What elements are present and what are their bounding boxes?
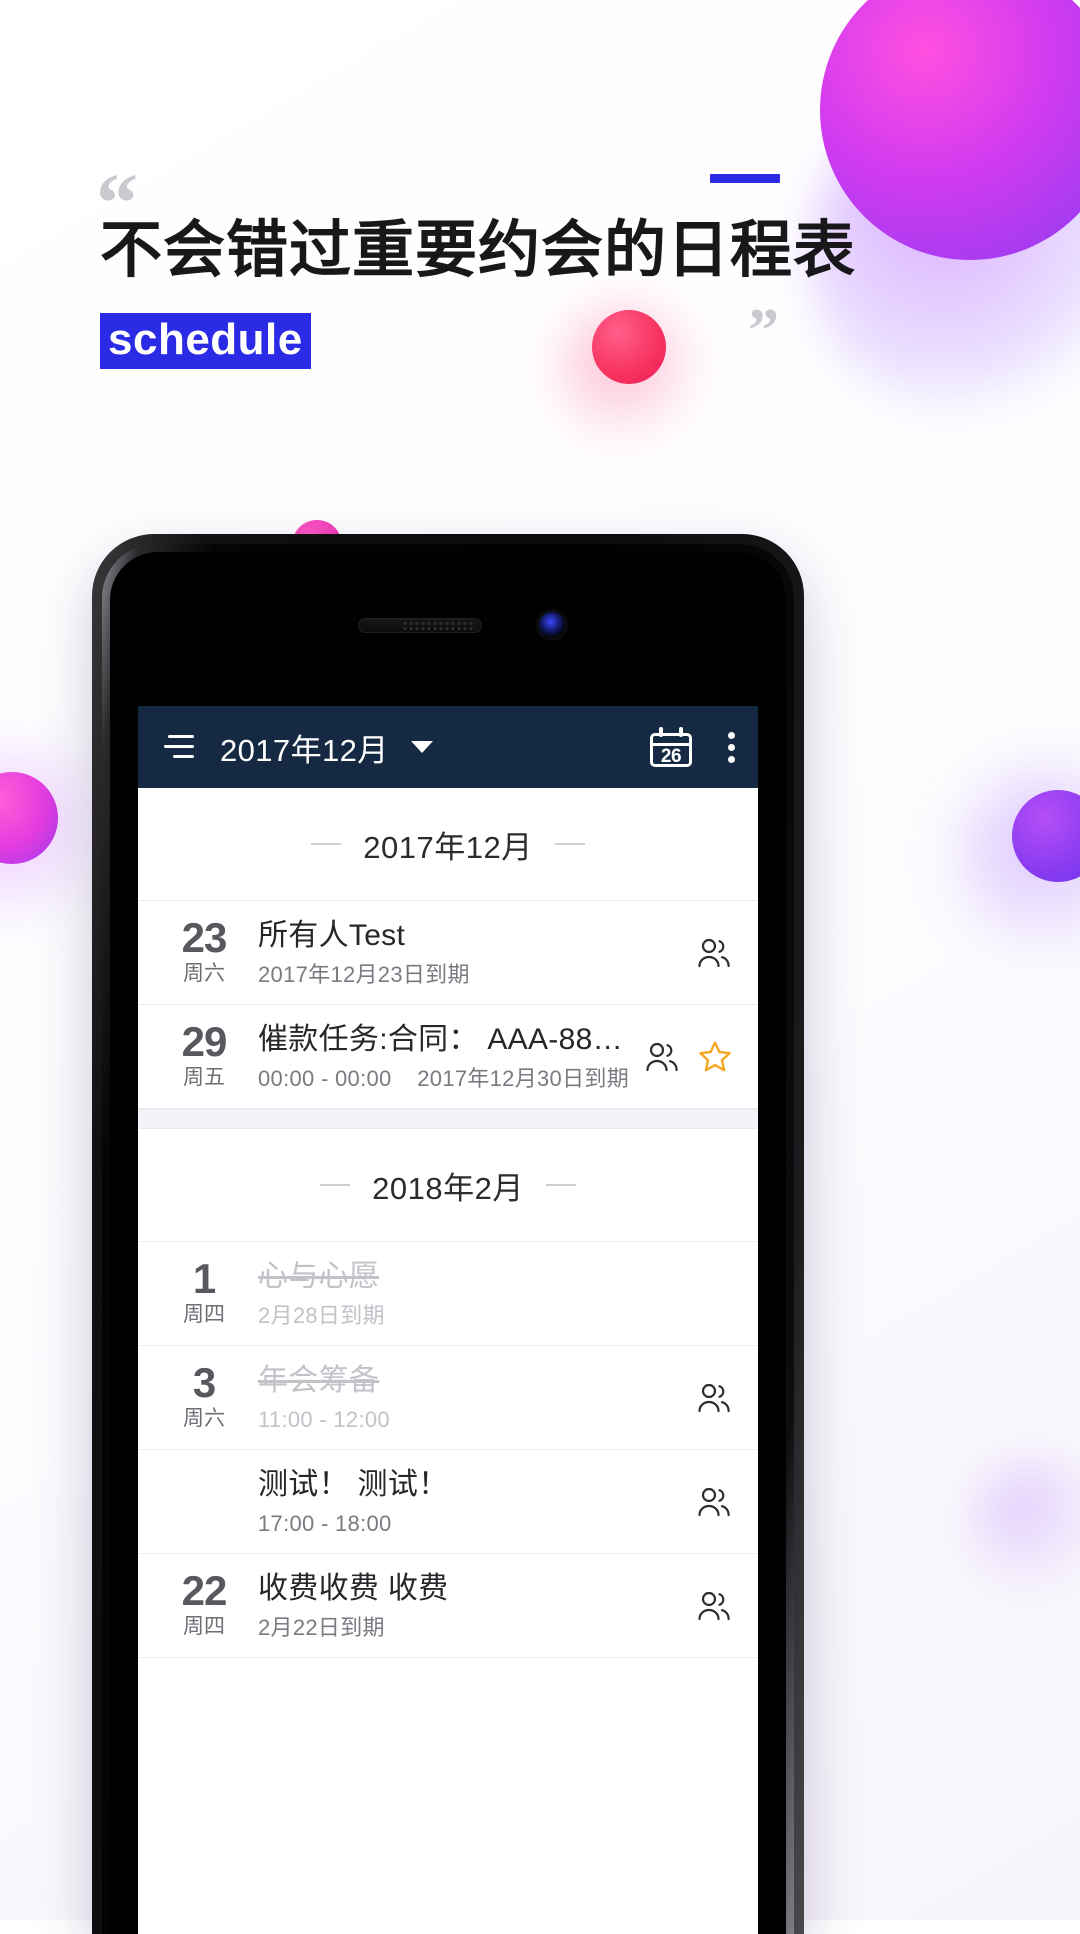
event-day-number: 1 xyxy=(192,1255,216,1303)
event-weekday: 周六 xyxy=(183,1407,225,1431)
front-camera-icon xyxy=(539,612,565,638)
event-weekday: 周五 xyxy=(183,1066,225,1090)
more-vertical-icon[interactable] xyxy=(728,727,736,768)
people-icon[interactable] xyxy=(696,1486,732,1518)
event-icons xyxy=(682,1486,732,1518)
event-date: 3 周六 xyxy=(162,1362,252,1432)
month-header-dash-right xyxy=(554,843,585,845)
event-title: 所有人Test xyxy=(258,918,406,952)
event-title: 收费收费 收费 xyxy=(258,1571,449,1605)
schedule-row[interactable]: 3 周六 年会筹备 11:00 - 12:00 xyxy=(138,1346,758,1450)
month-header-dash-left xyxy=(320,1184,351,1186)
event-content: 年会筹备 11:00 - 12:00 xyxy=(252,1361,682,1435)
event-weekday: 周四 xyxy=(183,1303,225,1327)
app-screen: 2017年12月 26 2017年12月 23 周六 所有人Test 2017年12月2… xyxy=(138,706,758,1934)
phone-mockup: 2017年12月 26 2017年12月 23 周六 所有人Test 2017年12月2… xyxy=(92,534,804,1934)
event-subtitle: 2月28日到期 xyxy=(258,1302,385,1328)
accent-bar xyxy=(710,174,780,183)
app-bar: 2017年12月 26 xyxy=(138,706,758,788)
phone-glass: 2017年12月 26 2017年12月 23 周六 所有人Test 2017年12月2… xyxy=(110,552,786,1934)
schedule-row[interactable]: 29周五催款任务:合同： AAA-88488季…00:00 - 00:00 20… xyxy=(138,1005,758,1109)
month-header-label: 2017年12月 xyxy=(363,829,533,865)
schedule-row[interactable]: 22 周四 收费收费 收费 2月22日到期 xyxy=(138,1554,758,1658)
month-header: 2017年12月 xyxy=(138,788,758,901)
event-content: 测试！ 测试！ 17:00 - 18:00 xyxy=(252,1465,682,1539)
event-weekday: 周六 xyxy=(183,962,225,986)
page-title: 不会错过重要约会的日程表 xyxy=(100,216,857,285)
people-icon[interactable] xyxy=(696,937,732,969)
event-icons xyxy=(682,937,732,969)
event-icons xyxy=(682,1382,732,1414)
event-weekday: 周四 xyxy=(183,1615,225,1639)
page-subtitle: schedule xyxy=(100,313,311,370)
calendar-day-number: 26 xyxy=(660,746,682,767)
page-subtitle-highlight: schedule xyxy=(100,313,311,370)
menu-icon[interactable] xyxy=(164,733,198,761)
month-header: 2018年2月 xyxy=(138,1129,758,1242)
people-icon[interactable] xyxy=(696,1382,732,1414)
event-title: 年会筹备 xyxy=(258,1363,380,1397)
event-day-number: 29 xyxy=(181,1018,228,1066)
event-content: 心与心愿 2月28日到期 xyxy=(252,1257,718,1331)
event-date: 22 周四 xyxy=(162,1570,252,1640)
event-content: 收费收费 收费 2月22日到期 xyxy=(252,1569,682,1643)
calendar-icon[interactable]: 26 xyxy=(650,727,692,767)
schedule-row[interactable]: 测试！ 测试！ 17:00 - 18:00 xyxy=(138,1450,758,1554)
event-day-number: 3 xyxy=(192,1359,216,1407)
event-subtitle: 11:00 - 12:00 xyxy=(258,1406,390,1432)
event-content: 所有人Test 2017年12月23日到期 xyxy=(252,916,682,990)
event-subtitle: 00:00 - 00:00 2017年12月30日到期 xyxy=(258,1065,629,1091)
event-subtitle: 2017年12月23日到期 xyxy=(258,961,470,987)
event-icons xyxy=(682,1590,732,1622)
star-icon[interactable] xyxy=(698,1040,732,1073)
app-bar-title[interactable]: 2017年12月 xyxy=(220,725,389,770)
earpiece-speaker xyxy=(358,618,482,633)
event-day-number: 23 xyxy=(181,914,228,962)
schedule-row[interactable]: 23 周六 所有人Test 2017年12月23日到期 xyxy=(138,901,758,1005)
month-header-dash-left xyxy=(311,843,342,845)
event-title: 测试！ 测试！ xyxy=(258,1467,449,1501)
event-subtitle: 2月22日到期 xyxy=(258,1614,385,1640)
event-date: 23 周六 xyxy=(162,917,252,987)
event-content: 催款任务:合同： AAA-88488季… 00:00 - 00:00 2017年1… xyxy=(252,1020,630,1094)
decorative-blob-center-pink xyxy=(592,310,666,384)
people-icon[interactable] xyxy=(696,1590,732,1622)
decorative-blob-bottom-right xyxy=(970,1460,1080,1590)
event-title: 催款任务:合同： AAA-88488季… xyxy=(258,1022,630,1056)
month-header-dash-right xyxy=(545,1184,576,1186)
people-icon[interactable] xyxy=(644,1041,680,1073)
section-separator-band xyxy=(138,1109,758,1129)
schedule-list[interactable]: 2017年12月 23 周六 所有人Test 2017年12月23日到期 29 周五 催款任务… xyxy=(138,788,758,1658)
quote-close-mark: ” xyxy=(748,297,779,365)
schedule-row[interactable]: 1 周四 心与心愿 2月28日到期 xyxy=(138,1242,758,1346)
chevron-down-icon[interactable] xyxy=(410,741,433,753)
event-day-number: 22 xyxy=(181,1567,228,1615)
month-header-label: 2018年2月 xyxy=(372,1170,524,1206)
event-title: 心与心愿 xyxy=(258,1259,380,1293)
event-icons xyxy=(630,1040,732,1073)
event-date: 1 周四 xyxy=(162,1258,252,1328)
event-subtitle: 17:00 - 18:00 xyxy=(258,1510,392,1536)
event-date: 29 周五 xyxy=(162,1021,252,1091)
